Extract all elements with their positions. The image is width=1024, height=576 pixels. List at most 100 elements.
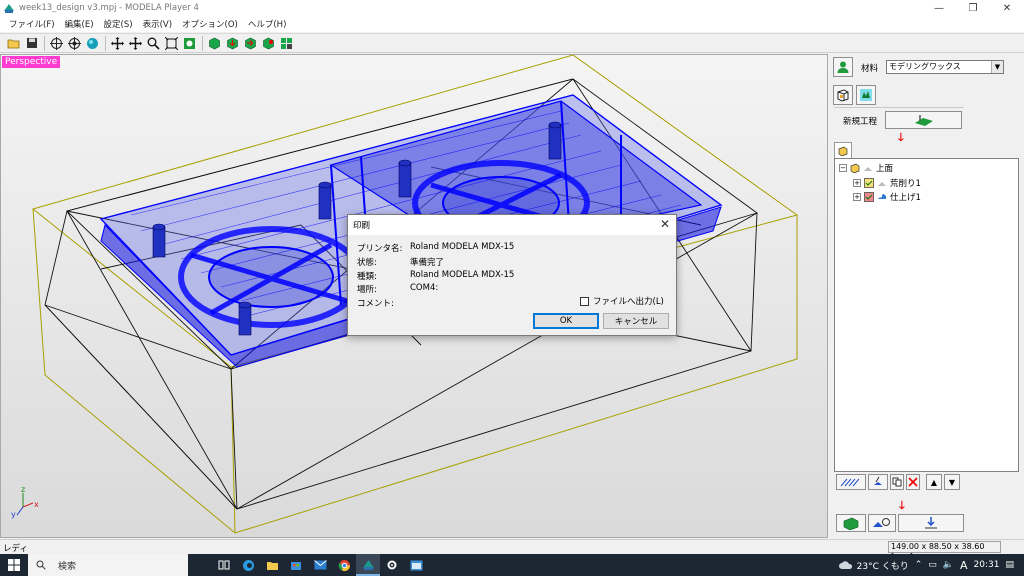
printer-name-label: プリンタ名: bbox=[357, 244, 403, 254]
menu-bar: ファイル(F) 編集(E) 設定(S) 表示(V) オプション(O) ヘルプ(H… bbox=[0, 16, 1024, 32]
grid-icon[interactable] bbox=[278, 35, 295, 52]
collapse-icon[interactable]: − bbox=[839, 164, 847, 172]
checkbox-box[interactable] bbox=[580, 296, 589, 306]
move-up-icon[interactable]: ▲ bbox=[926, 474, 942, 490]
expand-icon[interactable]: + bbox=[853, 179, 861, 187]
menu-edit[interactable]: 編集(E) bbox=[60, 18, 99, 30]
perspective-label: Perspective bbox=[2, 56, 61, 68]
crosshair-icon[interactable] bbox=[48, 35, 65, 52]
new-process-button[interactable] bbox=[885, 111, 962, 129]
chrome-icon[interactable] bbox=[332, 554, 356, 576]
zoom-icon[interactable] bbox=[145, 35, 162, 52]
svg-text:x: x bbox=[34, 500, 39, 509]
preview-icon[interactable] bbox=[836, 514, 866, 532]
cube-side-icon[interactable] bbox=[260, 35, 277, 52]
process-tree[interactable]: − 上面 + 荒削り1 + 仕上げ1 bbox=[834, 158, 1019, 472]
stock-box-icon[interactable] bbox=[833, 85, 853, 105]
dialog-close-icon[interactable]: ✕ bbox=[660, 217, 670, 231]
print-dialog: 印刷 ✕ プリンタ名: Roland MODELA MDX-15 状態: 準備完… bbox=[347, 214, 677, 336]
volume-icon[interactable]: 🔈 bbox=[943, 560, 954, 570]
model-icon[interactable] bbox=[856, 85, 876, 105]
menu-view[interactable]: 表示(V) bbox=[138, 18, 177, 30]
mail-icon[interactable] bbox=[308, 554, 332, 576]
zoom-fit-icon[interactable] bbox=[163, 35, 180, 52]
menu-settings[interactable]: 設定(S) bbox=[99, 18, 138, 30]
maximize-button[interactable]: ❐ bbox=[956, 0, 990, 16]
pan-icon[interactable] bbox=[109, 35, 126, 52]
cloud-icon bbox=[838, 561, 852, 569]
output-buttons bbox=[836, 514, 966, 532]
ok-button[interactable]: OK bbox=[533, 313, 599, 329]
system-tray: 23°C くもり ⌃ ▭ 🔈 A 20:31 ▤ bbox=[838, 554, 1024, 576]
task-view-icon[interactable] bbox=[212, 554, 236, 576]
roughing-icon bbox=[877, 178, 887, 188]
weather-text[interactable]: 23°C くもり bbox=[857, 559, 909, 572]
origin-icon[interactable] bbox=[66, 35, 83, 52]
status-bar: レディ 149.00 x 88.50 x 38.60 [mm] bbox=[0, 539, 1024, 561]
new-process-label: 新規工程 bbox=[843, 117, 878, 127]
file-output-checkbox[interactable]: ファイルへ出力(L) bbox=[580, 295, 664, 307]
menu-file[interactable]: ファイル(F) bbox=[4, 18, 60, 30]
status-value: 準備完了 bbox=[410, 258, 445, 268]
material-select[interactable]: モデリングワックス ▼ bbox=[886, 60, 1004, 74]
chevron-down-icon[interactable]: ▼ bbox=[991, 61, 1003, 73]
taskbar: 検索 23°C くもり ⌃ ▭ 🔈 A 20:31 ▤ bbox=[0, 554, 1024, 576]
status-dimensions: 149.00 x 88.50 x 38.60 [mm] bbox=[888, 541, 1001, 561]
file-explorer-icon[interactable] bbox=[260, 554, 284, 576]
cube-front-icon[interactable] bbox=[242, 35, 259, 52]
location-value: COM4: bbox=[410, 283, 439, 293]
zoom-all-icon[interactable] bbox=[181, 35, 198, 52]
notification-icon[interactable]: ▤ bbox=[1005, 560, 1014, 570]
app-window-icon[interactable] bbox=[404, 554, 428, 576]
path-icon[interactable] bbox=[836, 474, 866, 490]
simulate-icon[interactable] bbox=[868, 514, 896, 532]
sphere-icon[interactable] bbox=[84, 35, 101, 52]
windows-start-icon[interactable] bbox=[0, 554, 28, 576]
svg-text:y: y bbox=[11, 510, 16, 519]
cube-top-icon[interactable] bbox=[224, 35, 241, 52]
checked-box-icon[interactable] bbox=[864, 178, 874, 188]
search-icon bbox=[36, 560, 46, 570]
file-output-label: ファイルへ出力(L) bbox=[593, 297, 664, 307]
title-bar: week13_design v3.mpj - MODELA Player 4 —… bbox=[0, 0, 1024, 16]
cube-icon[interactable] bbox=[206, 35, 223, 52]
cut-output-button[interactable] bbox=[898, 514, 964, 532]
close-button[interactable]: ✕ bbox=[990, 0, 1024, 16]
taskbar-search[interactable]: 検索 bbox=[28, 554, 188, 576]
user-icon[interactable] bbox=[833, 57, 853, 77]
tree-item-top[interactable]: − 上面 bbox=[839, 162, 893, 174]
save-icon[interactable] bbox=[23, 35, 40, 52]
edge-icon[interactable] bbox=[236, 554, 260, 576]
ime-indicator[interactable]: A bbox=[960, 559, 968, 572]
surface-icon bbox=[850, 163, 860, 173]
tree-item-label: 荒削り1 bbox=[890, 179, 921, 189]
delete-icon[interactable] bbox=[906, 474, 920, 490]
svg-text:z: z bbox=[21, 485, 25, 494]
cancel-button[interactable]: キャンセル bbox=[603, 313, 669, 329]
move-icon[interactable] bbox=[127, 35, 144, 52]
finishing-icon bbox=[877, 192, 887, 202]
tree-item-roughing[interactable]: + 荒削り1 bbox=[853, 177, 921, 189]
toolbar-separator bbox=[44, 35, 45, 51]
tree-action-buttons: ▲ ▼ bbox=[836, 474, 962, 490]
tab-surface[interactable] bbox=[834, 142, 852, 158]
copy-icon[interactable] bbox=[890, 474, 904, 490]
network-icon[interactable]: ▭ bbox=[928, 560, 937, 570]
store-icon[interactable] bbox=[284, 554, 308, 576]
open-icon[interactable] bbox=[5, 35, 22, 52]
move-down-icon[interactable]: ▼ bbox=[944, 474, 960, 490]
dialog-title-bar: 印刷 ✕ bbox=[348, 215, 676, 235]
expand-icon[interactable]: + bbox=[853, 193, 861, 201]
checked-box-icon[interactable] bbox=[864, 192, 874, 202]
cut-icon[interactable] bbox=[868, 474, 888, 490]
clock[interactable]: 20:31 bbox=[974, 560, 1000, 570]
menu-options[interactable]: オプション(O) bbox=[177, 18, 243, 30]
tree-item-finishing[interactable]: + 仕上げ1 bbox=[853, 191, 921, 203]
tree-item-label: 仕上げ1 bbox=[890, 193, 921, 203]
settings-gear-icon[interactable] bbox=[380, 554, 404, 576]
minimize-button[interactable]: — bbox=[922, 0, 956, 16]
type-label: 種類: bbox=[357, 272, 377, 282]
menu-help[interactable]: ヘルプ(H) bbox=[243, 18, 292, 30]
tray-chevron-up-icon[interactable]: ⌃ bbox=[915, 560, 923, 570]
modela-player-icon[interactable] bbox=[356, 554, 380, 576]
